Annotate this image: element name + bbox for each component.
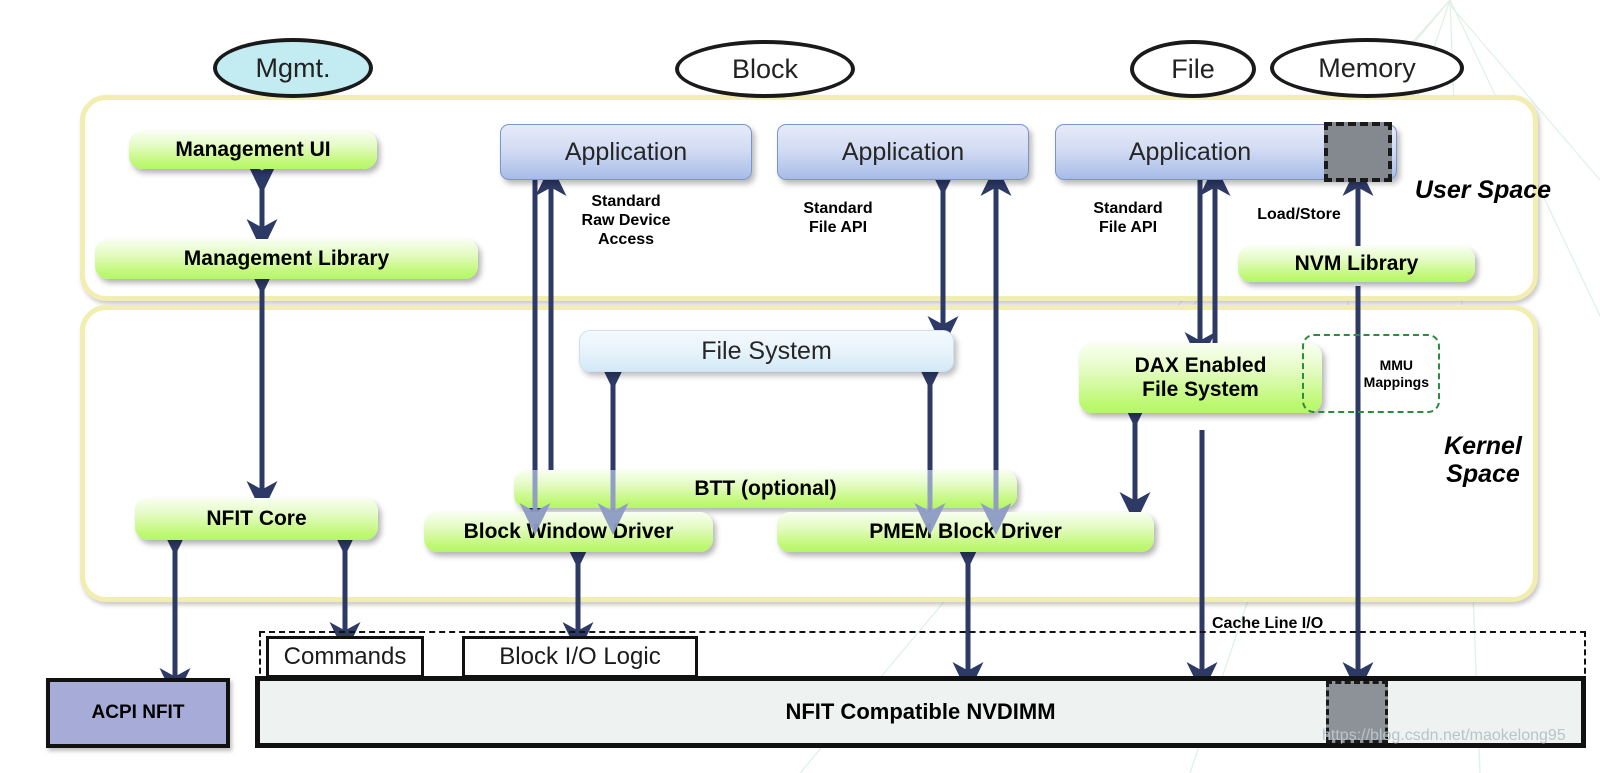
nfit-core-box[interactable]: NFIT Core — [135, 498, 378, 540]
file-system-label: File System — [701, 336, 832, 365]
bubble-memory[interactable]: Memory — [1270, 38, 1464, 98]
application-box-block[interactable]: Application — [500, 124, 752, 180]
nvdimm-label: NFIT Compatible NVDIMM — [785, 699, 1056, 724]
edge-label-load-store: Load/Store — [1257, 206, 1341, 223]
bubble-block[interactable]: Block — [675, 40, 855, 98]
btt-optional-box[interactable]: BTT (optional) — [514, 470, 1017, 508]
dax-file-system-box[interactable]: DAX Enabled File System — [1079, 343, 1322, 413]
block-io-logic-tab[interactable]: Block I/O Logic — [462, 636, 698, 678]
diagram-canvas: User Space Kernel Space Mgmt. Block File… — [0, 0, 1600, 773]
nfit-core-label: NFIT Core — [206, 507, 307, 531]
pmem-block-driver-label: PMEM Block Driver — [869, 520, 1062, 544]
dax-file-system-label: DAX Enabled File System — [1134, 354, 1267, 401]
btt-optional-label: BTT (optional) — [694, 477, 837, 501]
commands-tab[interactable]: Commands — [266, 636, 424, 678]
bubble-mgmt[interactable]: Mgmt. — [213, 38, 373, 98]
app-memory-chunk — [1324, 122, 1392, 182]
acpi-nfit-label: ACPI NFIT — [91, 702, 185, 723]
mmu-mappings-region: MMU Mappings — [1302, 334, 1440, 413]
management-library-label: Management Library — [183, 247, 390, 271]
user-space-label: User Space — [1414, 176, 1552, 204]
application-label: Application — [564, 137, 688, 166]
bubble-mgmt-label: Mgmt. — [255, 52, 331, 83]
pmem-block-driver-box[interactable]: PMEM Block Driver — [777, 512, 1154, 552]
watermark: https://blog.csdn.net/maokelong95 — [1322, 727, 1566, 744]
management-ui-box[interactable]: Management UI — [129, 131, 377, 169]
edge-label-file-api-block: Standard File API — [803, 200, 873, 237]
block-window-driver-box[interactable]: Block Window Driver — [424, 512, 713, 552]
acpi-nfit-box[interactable]: ACPI NFIT — [46, 678, 230, 748]
block-io-logic-label: Block I/O Logic — [499, 643, 661, 670]
edge-label-file-api-file: Standard File API — [1093, 200, 1163, 237]
block-window-driver-label: Block Window Driver — [463, 520, 674, 544]
application-box-file-api[interactable]: Application — [777, 124, 1029, 180]
bubble-file-label: File — [1171, 53, 1215, 84]
mmu-mappings-label: MMU Mappings — [1363, 357, 1429, 390]
bubble-file[interactable]: File — [1130, 40, 1256, 98]
file-system-box[interactable]: File System — [579, 330, 954, 372]
application-label: Application — [841, 137, 965, 166]
nvm-library-box[interactable]: NVM Library — [1238, 246, 1475, 282]
management-ui-label: Management UI — [175, 138, 331, 162]
bubble-block-label: Block — [731, 53, 799, 84]
bubble-memory-label: Memory — [1318, 52, 1416, 83]
nvm-library-label: NVM Library — [1294, 252, 1419, 276]
commands-tab-label: Commands — [283, 643, 407, 670]
application-label: Application — [1128, 137, 1252, 166]
edge-label-raw-device-access: Standard Raw Device Access — [581, 193, 671, 249]
management-library-box[interactable]: Management Library — [95, 239, 478, 279]
kernel-space-label: Kernel Space — [1444, 432, 1522, 488]
